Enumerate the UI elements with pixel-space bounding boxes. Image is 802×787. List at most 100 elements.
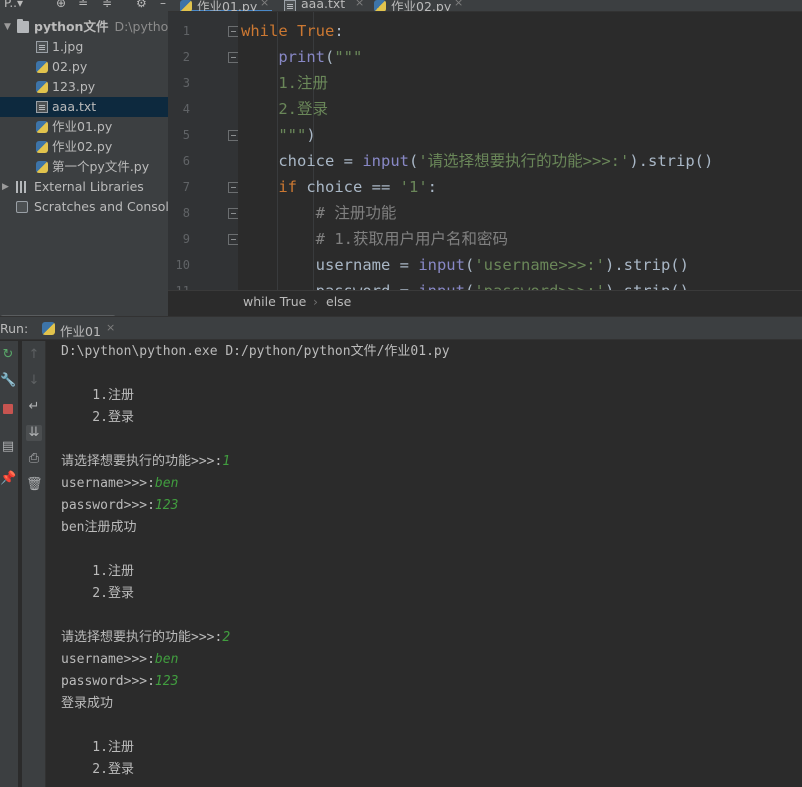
code-line: 1.注册 [241, 70, 328, 96]
console-line: 请选择想要执行的功能>>>:2 [61, 627, 230, 649]
scroll-to-end-icon[interactable]: ⇊ [26, 425, 42, 441]
close-icon[interactable]: × [454, 0, 463, 9]
hide-icon[interactable]: – [160, 0, 166, 10]
close-icon[interactable]: × [355, 0, 364, 9]
python-file-icon [36, 81, 48, 93]
tree-item-file[interactable]: 作业02.py [0, 137, 168, 157]
rerun-icon[interactable]: ↻ [0, 347, 16, 363]
console-line: 1.注册 [61, 737, 134, 759]
soft-wrap-icon[interactable]: ↵ [26, 399, 42, 415]
tree-item-file[interactable]: 02.py [0, 57, 168, 77]
gear-icon[interactable]: ⚙ [136, 0, 147, 10]
console-output-text: username>>>: [61, 652, 155, 667]
console-line: password>>>:123 [61, 495, 178, 517]
breadcrumb: while True › else [168, 290, 802, 312]
code-token: ( [325, 48, 335, 66]
console-user-input: 123 [154, 674, 179, 689]
project-view-selector[interactable]: P..▾ [4, 0, 23, 10]
code-token: '1' [399, 178, 428, 196]
code-line: password = input('password>>>:').strip() [241, 278, 689, 290]
tab-label: aaa.txt [301, 0, 346, 11]
tree-item-file[interactable]: 第一个py文件.py [0, 157, 168, 177]
code-token: username = [241, 256, 419, 274]
code-line: """) [241, 122, 315, 148]
code-token: True [297, 22, 335, 40]
expand-all-icon[interactable]: ≐ [78, 0, 88, 10]
pin-icon[interactable]: 📌 [0, 471, 16, 487]
tree-item-label: 第一个py文件.py [52, 159, 150, 174]
tree-item-label: aaa.txt [52, 99, 97, 114]
code-token: : [427, 178, 437, 196]
code-token: : [334, 22, 344, 40]
line-number: 7 [182, 180, 190, 194]
code-line: choice = input('请选择想要执行的功能>>>:').strip() [241, 148, 713, 174]
line-number: 5 [182, 128, 190, 142]
tree-item-file[interactable]: 1.jpg [0, 37, 168, 57]
stop-icon[interactable] [0, 403, 16, 419]
python-file-icon [36, 161, 48, 173]
run-toolbar-primary: ↻ 🔧 ▤ 📌 [0, 341, 18, 787]
console-line: 1.注册 [61, 385, 134, 407]
tree-item-label: 02.py [52, 59, 88, 74]
close-icon[interactable]: × [260, 0, 269, 9]
print-icon[interactable]: ⎙ [26, 451, 42, 467]
code-token: ).strip() [604, 256, 689, 274]
console-line: 请选择想要执行的功能>>>:1 [61, 451, 230, 473]
collapse-all-icon[interactable]: ≑ [102, 0, 112, 10]
tree-item-external-libraries[interactable]: ▶ External Libraries [0, 177, 168, 197]
python-icon [180, 0, 192, 11]
tree-item-label: Scratches and Consoles [34, 199, 168, 214]
code-token: if [278, 178, 307, 196]
tree-item-file[interactable]: 作业01.py [0, 117, 168, 137]
console-output-text: 2.登录 [61, 410, 134, 425]
breadcrumb-item[interactable]: while True [243, 291, 306, 313]
locate-icon[interactable]: ⊕ [56, 0, 66, 10]
tab-aaa-txt[interactable]: aaa.txt × [284, 0, 366, 11]
console-output-text: 请选择想要执行的功能>>>: [61, 454, 223, 469]
code-token: # 注册功能 [241, 204, 397, 222]
line-number: 4 [182, 102, 190, 116]
chevron-down-icon[interactable]: ▼ [4, 17, 11, 37]
tree-item-file-selected[interactable]: aaa.txt [0, 97, 168, 117]
tab-homework02[interactable]: 作业02.py × [374, 0, 466, 12]
image-file-icon [36, 41, 48, 53]
code-token: '请选择想要执行的功能>>>:' [418, 152, 630, 170]
python-file-icon [36, 141, 48, 153]
tab-homework01[interactable]: 作业01.py × [180, 0, 272, 11]
run-label: Run: [0, 321, 29, 336]
console-output-text: password>>>: [61, 498, 155, 513]
line-number: 2 [182, 50, 190, 64]
code-token: 'username>>>:' [474, 256, 605, 274]
code-token: input [362, 152, 409, 170]
console-user-input: ben [154, 652, 179, 667]
wrench-icon[interactable]: 🔧 [0, 373, 16, 389]
chevron-right-icon[interactable]: ▶ [2, 177, 9, 197]
console-line: username>>>:ben [61, 649, 178, 671]
code-token: 1.注册 [241, 74, 328, 92]
arrow-up-icon[interactable]: ↑ [26, 347, 42, 363]
editor-gutter[interactable]: 1234567891011 [168, 12, 239, 298]
code-line: username = input('username>>>:').strip() [241, 252, 689, 278]
console-line: username>>>:ben [61, 473, 178, 495]
tree-item-file[interactable]: 123.py [0, 77, 168, 97]
layout-icon[interactable]: ▤ [0, 439, 16, 455]
scratches-icon [16, 201, 28, 213]
tree-item-python-folder[interactable]: ▼ python文件D:\python\ [0, 17, 168, 37]
run-console-output[interactable]: D:\python\python.exe D:/python/python文件/… [46, 341, 802, 787]
arrow-down-icon[interactable]: ↓ [26, 373, 42, 389]
breadcrumb-item[interactable]: else [326, 291, 351, 313]
code-token: 2.登录 [241, 100, 328, 118]
tree-item-scratches[interactable]: Scratches and Consoles [0, 197, 168, 217]
console-output-text: 登录成功 [61, 696, 114, 711]
line-number: 9 [182, 232, 190, 246]
tab-label: 作业02.py [391, 0, 452, 12]
code-editor[interactable]: while True: print(""" 1.注册 2.登录 """) cho… [238, 12, 802, 290]
code-token: 'password>>>:' [474, 282, 605, 290]
console-line: 1.注册 [61, 561, 134, 583]
code-token: choice == [306, 178, 400, 196]
console-user-input: ben [154, 476, 179, 491]
close-icon[interactable]: × [106, 321, 115, 334]
trash-icon[interactable]: 🗑 [26, 477, 43, 493]
run-tab[interactable]: 作业01 × [40, 317, 118, 341]
